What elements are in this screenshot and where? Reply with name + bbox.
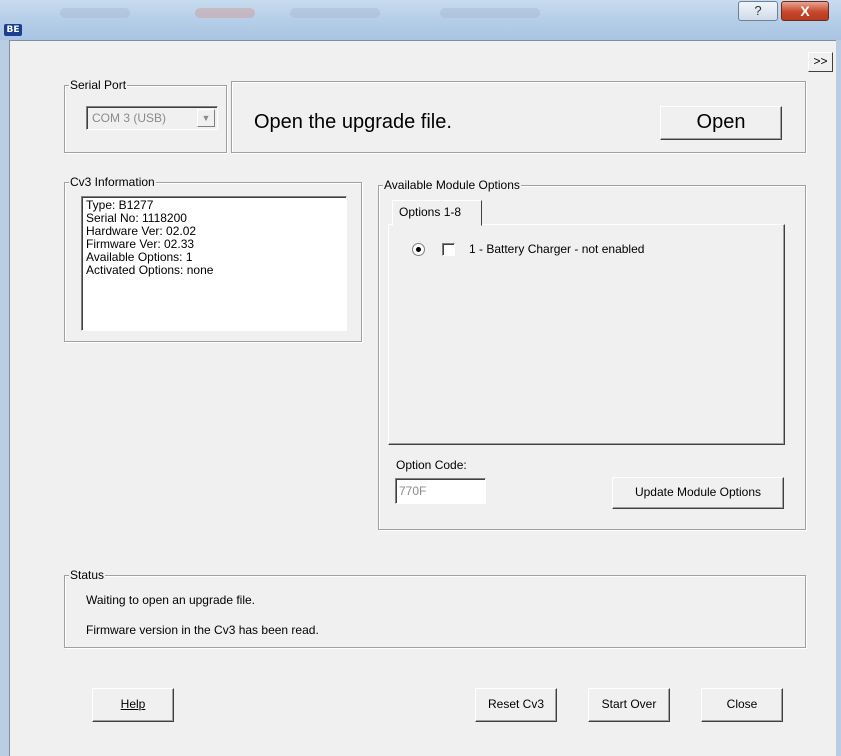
window-frame-left — [0, 40, 9, 756]
option-radio[interactable] — [412, 243, 425, 256]
status-line: Firmware version in the Cv3 has been rea… — [86, 623, 319, 637]
option-code-label: Option Code: — [396, 458, 467, 472]
status-label: Status — [69, 568, 106, 582]
title-blur — [290, 8, 380, 18]
tab-options-1-8[interactable]: Options 1-8 — [392, 200, 482, 226]
reset-cv3-button[interactable]: Reset Cv3 — [475, 688, 557, 722]
radio-dot-icon — [416, 247, 421, 252]
upgrade-prompt: Open the upgrade file. — [254, 111, 452, 133]
title-blur — [60, 8, 130, 18]
option-label: 1 - Battery Charger - not enabled — [469, 242, 645, 256]
option-code-field[interactable]: 770F — [395, 478, 486, 504]
status-line: Waiting to open an upgrade file. — [86, 593, 256, 607]
expand-button[interactable]: >> — [808, 52, 833, 72]
window-close-button[interactable]: X — [781, 1, 829, 21]
cv3-info-list[interactable]: Type: B1277 Serial No: 1118200 Hardware … — [81, 196, 347, 331]
serial-port-value: COM 3 (USB) — [92, 111, 167, 125]
title-blur — [195, 8, 255, 18]
list-item: Activated Options: none — [86, 263, 214, 277]
open-button[interactable]: Open — [660, 106, 782, 140]
close-button[interactable]: Close — [701, 688, 783, 722]
window-frame-right — [836, 40, 841, 756]
chevron-down-icon[interactable]: ▼ — [197, 109, 215, 127]
serial-port-combo[interactable]: COM 3 (USB) ▼ — [86, 106, 218, 130]
serial-port-label: Serial Port — [69, 78, 128, 92]
option-checkbox[interactable] — [442, 243, 455, 256]
cv3-info-label: Cv3 Information — [69, 175, 156, 189]
update-module-options-button[interactable]: Update Module Options — [612, 477, 784, 509]
window-help-button[interactable]: ? — [738, 1, 778, 21]
help-button[interactable]: Help — [92, 688, 174, 722]
title-blur — [440, 8, 540, 18]
help-button-label: Help — [120, 697, 146, 711]
module-options-label: Available Module Options — [383, 178, 521, 192]
title-bar: BE ? X — [0, 0, 841, 40]
options-tab-page — [388, 224, 785, 445]
app-icon: BE — [4, 24, 22, 36]
status-group: Status — [64, 568, 806, 648]
start-over-button[interactable]: Start Over — [588, 688, 670, 722]
